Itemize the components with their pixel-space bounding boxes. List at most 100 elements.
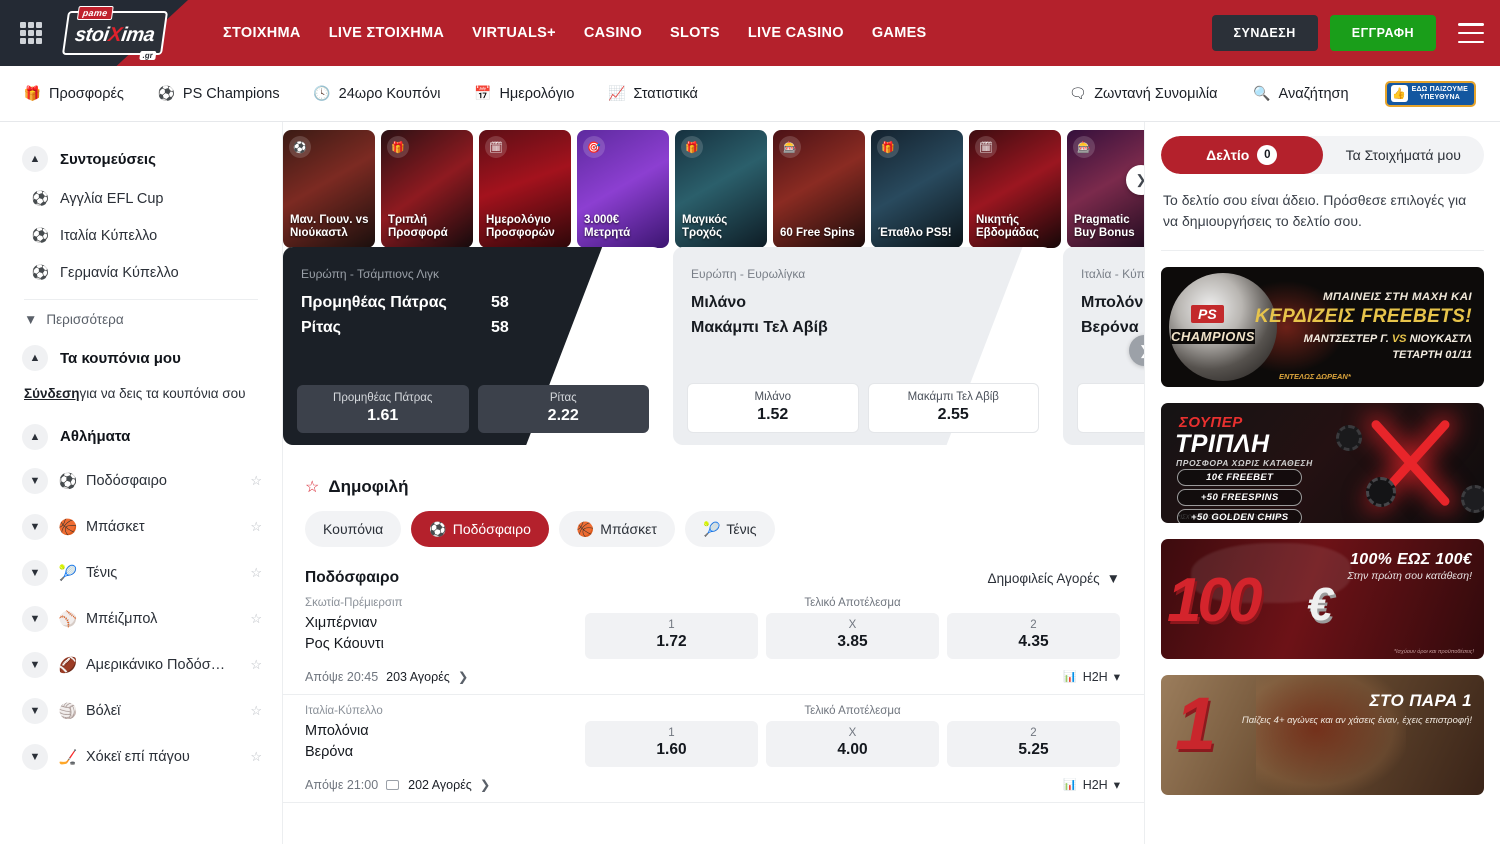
pin-icon[interactable]: ☆ <box>250 565 262 581</box>
subnav-item-2[interactable]: 🕓24ωρο Κουπόνι <box>314 85 441 102</box>
odd-button[interactable]: Μιλάνο1.52 <box>687 383 859 433</box>
promo-banner-ps-champions[interactable]: PS CHAMPIONS ΜΠΑΙΝΕΙΣ ΣΤΗ ΜΑΧΗ ΚΑΙ ΚΕΡΔΙ… <box>1161 267 1484 387</box>
odd-button[interactable]: 24.35 <box>947 613 1120 659</box>
odd-button[interactable]: X4.00 <box>766 721 939 767</box>
hamburger-menu-icon[interactable] <box>1458 23 1484 43</box>
subnav-item-label: Προσφορές <box>49 86 124 102</box>
live-stream-icon[interactable] <box>386 780 399 790</box>
odd-button[interactable]: 11.72 <box>585 613 758 659</box>
nav-item-1[interactable]: LIVE ΣΤΟΙΧΗΜΑ <box>329 25 444 41</box>
sports-section-header[interactable]: ▲ Αθλήματα <box>0 416 282 458</box>
chevron-down-icon[interactable]: ▼ <box>22 652 48 678</box>
sidebar-sport-2[interactable]: ▼🎾Τένις☆ <box>0 550 282 596</box>
odd-button[interactable]: 25.25 <box>947 721 1120 767</box>
nav-item-2[interactable]: VIRTUALS+ <box>472 25 556 41</box>
pin-icon[interactable]: ☆ <box>250 749 262 765</box>
apps-grid-icon[interactable] <box>20 22 42 44</box>
shortcut-item-1[interactable]: ⚽Ιταλία Κύπελλο <box>0 217 282 254</box>
subnav-item-4[interactable]: 📈Στατιστικά <box>608 85 697 102</box>
sidebar-sport-1[interactable]: ▼🏀Μπάσκετ☆ <box>0 504 282 550</box>
shortcuts-section-header[interactable]: ▲ Συντομεύσεις <box>0 138 282 180</box>
site-logo[interactable]: pame stoiXima .gr <box>62 8 167 58</box>
promo-card-1[interactable]: 🎁Τριπλή Προσφορά <box>381 130 473 248</box>
promo-card-2[interactable]: 🗓Ημερολόγιο Προσφορών <box>479 130 571 248</box>
shortcut-item-2[interactable]: ⚽Γερμανία Κύπελλο <box>0 254 282 291</box>
popular-tab-1[interactable]: ⚽Ποδόσφαιρο <box>411 511 549 547</box>
sport-icon: 🏒 <box>58 748 78 766</box>
shortcut-item-0[interactable]: ⚽Αγγλία EFL Cup <box>0 180 282 217</box>
pin-icon[interactable]: ☆ <box>250 657 262 673</box>
pin-icon[interactable]: ☆ <box>250 611 262 627</box>
odd-button[interactable]: Προμηθέας Πάτρας1.61 <box>297 385 469 433</box>
subnav-right-item-0[interactable]: 🗨Ζωντανή Συνομιλία <box>1069 85 1217 102</box>
tab-mybets[interactable]: Τα Στοιχήματά μου <box>1323 136 1485 174</box>
chevron-down-icon[interactable]: ▼ <box>22 744 48 770</box>
nav-item-0[interactable]: ΣΤΟΙΧΗΜΑ <box>223 25 301 41</box>
chevron-right-icon[interactable]: ❯ <box>458 669 468 684</box>
subnav-item-3[interactable]: 📅Ημερολόγιο <box>474 85 574 102</box>
sidebar-sport-3[interactable]: ▼⚾Μπέιζμπολ☆ <box>0 596 282 642</box>
responsible-gaming-badge[interactable]: 👍ΕΔΩ ΠΑΙΖΟΥΜΕΥΠΕΥΘΥΝΑ <box>1385 81 1476 107</box>
pin-icon[interactable]: ☆ <box>250 519 262 535</box>
promo-card-7[interactable]: 🗓Νικητής Εβδομάδας <box>969 130 1061 248</box>
markets-selector[interactable]: Δημοφιλείς Αγορές ▼ <box>988 571 1120 586</box>
promo-banner-first-deposit[interactable]: 100 € 100% ΕΩΣ 100€ Στην πρώτη σου κατάθ… <box>1161 539 1484 659</box>
event-market-title: Τελικό Αποτέλεσμα <box>585 705 1120 717</box>
event-h2h-button[interactable]: 📊H2H▾ <box>1063 669 1120 684</box>
event-row-0[interactable]: Σκωτία-ΠρέμιερσιπΧιμπέρνιανΡος ΚάουντιΤε… <box>283 587 1144 695</box>
login-button[interactable]: ΣΥΝΔΕΣΗ <box>1212 15 1318 51</box>
popular-tab-0[interactable]: Κουπόνια <box>305 511 401 547</box>
banner-big-number: 100 <box>1167 565 1258 636</box>
event-row-1[interactable]: Ιταλία-ΚύπελλοΜπολόνιαΒερόναΤελικό Αποτέ… <box>283 695 1144 803</box>
event-markets-count[interactable]: 202 Αγορές <box>408 778 472 792</box>
featured-match-card-1[interactable]: Ευρώπη - ΕυρωλίγκαΜιλάνοΜακάμπι Τελ Αβίβ… <box>673 247 1053 445</box>
shortcuts-more-button[interactable]: ▼ Περισσότερα <box>0 308 282 337</box>
subnav-item-1[interactable]: ⚽PS Champions <box>158 85 280 102</box>
pin-icon[interactable]: ☆ <box>250 703 262 719</box>
promo-card-0[interactable]: ⚽Μαν. Γιουν. vs Νιούκαστλ <box>283 130 375 248</box>
signup-button[interactable]: ΕΓΓΡΑΦΗ <box>1330 15 1436 51</box>
chevron-down-icon[interactable]: ▼ <box>22 606 48 632</box>
sidebar-sport-6[interactable]: ▼🏒Χόκεϊ επί πάγου☆ <box>0 734 282 780</box>
popular-tab-2[interactable]: 🏀Μπάσκετ <box>559 511 675 547</box>
shortcuts-list: ⚽Αγγλία EFL Cup⚽Ιταλία Κύπελλο⚽Γερμανία … <box>0 180 282 291</box>
popular-tab-3[interactable]: 🎾Τένις <box>685 511 775 547</box>
nav-item-4[interactable]: SLOTS <box>670 25 720 41</box>
sidebar-sport-0[interactable]: ▼⚽Ποδόσφαιρο☆ <box>0 458 282 504</box>
featured-match-card-0[interactable]: Ευρώπη - Τσάμπιονς ΛιγκΠρομηθέας Πάτρας5… <box>283 247 663 445</box>
coupons-login-link[interactable]: Σύνδεση <box>24 386 80 401</box>
odd-button[interactable]: X3.85 <box>766 613 939 659</box>
odd-value: 4.00 <box>766 741 939 759</box>
chevron-down-icon[interactable]: ▼ <box>22 514 48 540</box>
nav-item-6[interactable]: GAMES <box>872 25 927 41</box>
sidebar-sport-4[interactable]: ▼🏈Αμερικάνικο Ποδόσ…☆ <box>0 642 282 688</box>
odd-button[interactable]: Ρίτας2.22 <box>478 385 650 433</box>
promo-banner-super-tripli[interactable]: ΣΟΥΠΕΡ ΤΡΙΠΛΗ ΠΡΟΣΦΟΡΑ ΧΩΡΙΣ ΚΑΤΑΘΕΣΗ 10… <box>1161 403 1484 523</box>
chevron-down-icon[interactable]: ▼ <box>22 698 48 724</box>
odd-button[interactable]: 11.6 <box>1077 383 1144 433</box>
odd-button[interactable]: 11.60 <box>585 721 758 767</box>
chevron-down-icon[interactable]: ▼ <box>22 468 48 494</box>
pin-icon[interactable]: ☆ <box>250 473 262 489</box>
popular-tab-label: Μπάσκετ <box>600 521 657 537</box>
event-markets-count[interactable]: 203 Αγορές <box>386 670 450 684</box>
promo-card-6[interactable]: 🎁Έπαθλο PS5! <box>871 130 963 248</box>
promo-card-badge-icon: 🎰 <box>779 136 801 158</box>
subnav-right-item-1[interactable]: 🔍Αναζήτηση <box>1254 85 1349 102</box>
subnav-item-0[interactable]: 🎁Προσφορές <box>24 85 124 102</box>
nav-item-3[interactable]: CASINO <box>584 25 642 41</box>
promo-card-5[interactable]: 🎰60 Free Spins <box>773 130 865 248</box>
promo-card-4[interactable]: 🎁Μαγικός Τροχός <box>675 130 767 248</box>
promo-card-badge-icon: 🗓 <box>485 136 507 158</box>
promo-banner-sto-para-1[interactable]: 1 ΣΤΟ ΠΑΡΑ 1 Παίζεις 4+ αγώνες και αν χά… <box>1161 675 1484 795</box>
match-league: Ιταλία - Κύπ <box>1081 267 1144 281</box>
nav-item-5[interactable]: LIVE CASINO <box>748 25 844 41</box>
tab-betslip[interactable]: Δελτίο 0 <box>1161 136 1323 174</box>
event-h2h-button[interactable]: 📊H2H▾ <box>1063 777 1120 792</box>
chevron-right-icon[interactable]: ❯ <box>480 777 490 792</box>
odd-button[interactable]: Μακάμπι Τελ Αβίβ2.55 <box>868 383 1040 433</box>
sidebar-sport-5[interactable]: ▼🏐Βόλεϊ☆ <box>0 688 282 734</box>
promo-card-3[interactable]: 🎯3.000€ Μετρητά <box>577 130 669 248</box>
coupons-section-header[interactable]: ▲ Τα κουπόνια μου <box>0 337 282 379</box>
chevron-down-icon[interactable]: ▼ <box>22 560 48 586</box>
